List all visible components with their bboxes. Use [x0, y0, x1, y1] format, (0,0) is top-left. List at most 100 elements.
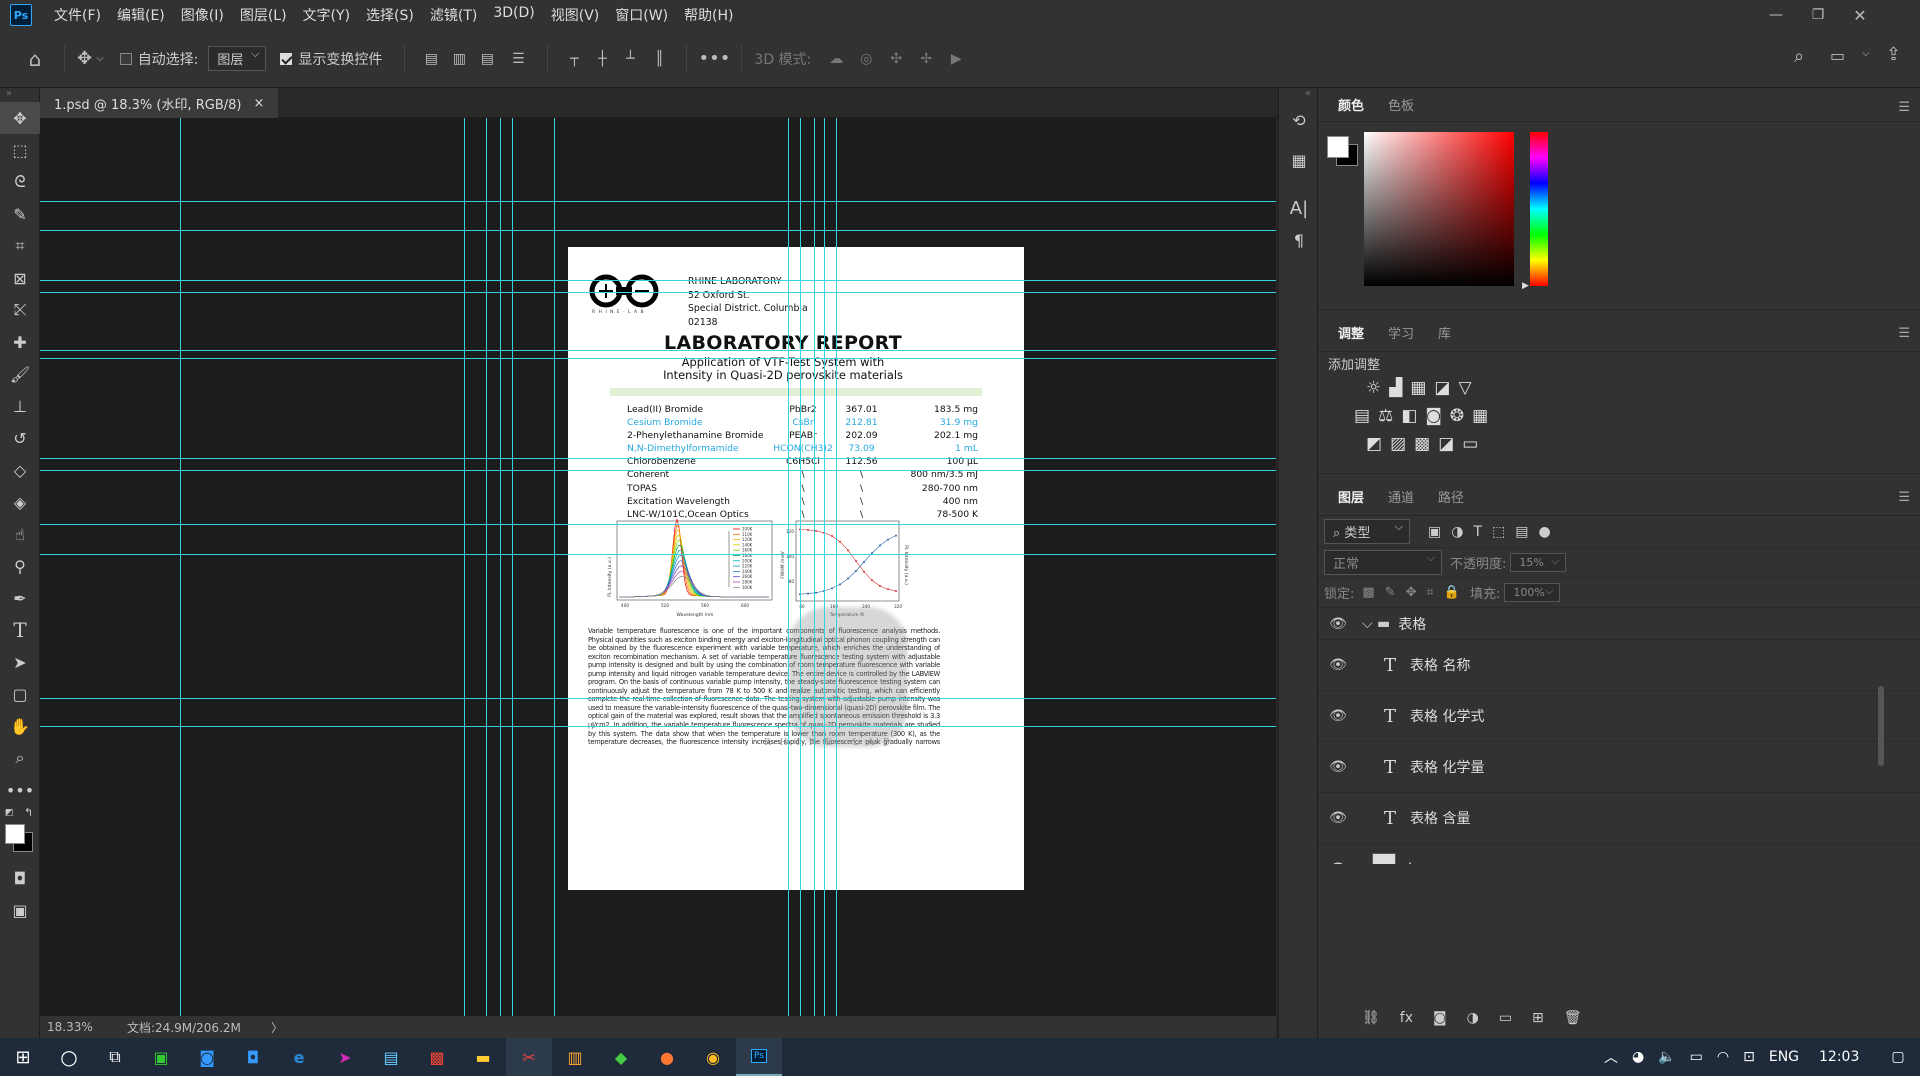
color-balance-icon[interactable]: ⚖	[1378, 406, 1393, 426]
auto-select-checkbox[interactable]: 自动选择:	[119, 49, 198, 69]
volume-icon[interactable]: 🔈	[1658, 1049, 1675, 1065]
input-mode-icon[interactable]: ⊡	[1743, 1049, 1755, 1065]
guide-horizontal[interactable]	[40, 554, 1276, 555]
chrome-icon[interactable]: ◉	[690, 1038, 736, 1076]
workspace-icon[interactable]: ▭	[1830, 46, 1845, 65]
show-transform-checkbox[interactable]: 显示变换控件	[280, 49, 382, 69]
app-orange-icon[interactable]: ▥	[552, 1038, 598, 1076]
distribute-icon[interactable]: ☰	[501, 51, 535, 67]
lock-all-icon[interactable]: 🔒	[1444, 585, 1460, 600]
guide-vertical[interactable]	[500, 118, 501, 1016]
task-view-icon[interactable]: ⧉	[92, 1038, 138, 1076]
menu-item[interactable]: 图层(L)	[232, 5, 295, 25]
channel-mixer-icon[interactable]: ❂	[1450, 406, 1464, 426]
app-blue-icon[interactable]: ◘	[230, 1038, 276, 1076]
layer-row[interactable]: 👁L	[1318, 844, 1920, 864]
lock-artboard-icon[interactable]: ⌗	[1427, 585, 1434, 600]
clock[interactable]: 12:03	[1819, 1049, 1859, 1065]
new-adjustment-icon[interactable]: ◑	[1467, 1010, 1479, 1026]
store-icon[interactable]: ◙	[184, 1038, 230, 1076]
align-vcenter-icon[interactable]: ┼	[588, 51, 616, 67]
path-selection-tool-icon[interactable]: ➤	[0, 646, 40, 678]
blend-mode-dropdown[interactable]: 正常	[1324, 550, 1442, 575]
language-indicator[interactable]: ENG	[1769, 1049, 1799, 1065]
guide-vertical[interactable]	[554, 118, 555, 1016]
tray-chevron-icon[interactable]: ︿	[1604, 1047, 1618, 1067]
minimize-icon[interactable]: —	[1756, 0, 1796, 30]
frame-tool-icon[interactable]: ⊠	[0, 262, 40, 294]
office-icon[interactable]: ▩	[414, 1038, 460, 1076]
3d-orbit-icon[interactable]: ☁	[821, 51, 851, 67]
healing-brush-tool-icon[interactable]: ✚	[0, 326, 40, 358]
hue-saturation-icon[interactable]: ▤	[1354, 406, 1370, 426]
gradient-map-icon[interactable]: ▭	[1462, 434, 1478, 454]
3d-pan-icon[interactable]: ✣	[881, 51, 911, 67]
eyedropper-tool-icon[interactable]: ⤪	[0, 294, 40, 326]
guide-vertical[interactable]	[180, 118, 181, 1016]
type-tool-icon[interactable]: T	[0, 614, 40, 646]
align-hcenter-icon[interactable]: ▥	[445, 51, 473, 67]
filter-type-icon[interactable]: T	[1473, 524, 1482, 540]
tab-adjustments[interactable]: 调整	[1326, 323, 1376, 342]
align-right-icon[interactable]: ▤	[473, 51, 501, 67]
hand-tool-icon[interactable]: ✋	[0, 710, 40, 742]
3d-roll-icon[interactable]: ◎	[851, 51, 881, 67]
guide-vertical[interactable]	[800, 118, 801, 1016]
brightness-icon[interactable]: ☼	[1366, 378, 1381, 398]
quick-select-tool-icon[interactable]: ✎	[0, 198, 40, 230]
guide-horizontal[interactable]	[40, 358, 1276, 359]
opacity-field[interactable]: 15%	[1510, 553, 1567, 572]
layer-filter-dropdown[interactable]: ⌕ 类型	[1324, 519, 1410, 544]
layer-row[interactable]: 👁 ⌵ ▬ 表格	[1318, 608, 1920, 640]
more-tools-icon[interactable]: •••	[0, 774, 40, 806]
swap-colors-icon[interactable]: ↰	[24, 806, 33, 819]
restore-icon[interactable]: ❐	[1798, 0, 1838, 30]
foreground-color-swatch[interactable]	[5, 824, 25, 844]
app-green2-icon[interactable]: ◆	[598, 1038, 644, 1076]
search-icon[interactable]: ⌕	[1794, 46, 1804, 67]
lock-position-icon[interactable]: ✥	[1406, 585, 1417, 600]
tab-learn[interactable]: 学习	[1376, 323, 1426, 342]
collapse-icon[interactable]: »	[0, 88, 39, 102]
guide-horizontal[interactable]	[40, 230, 1276, 231]
chevron-down-icon[interactable]: ⌵	[96, 53, 104, 64]
distribute-vertical-icon[interactable]: ║	[644, 51, 674, 67]
add-mask-icon[interactable]: ◙	[1433, 1010, 1447, 1026]
firefox-icon[interactable]: ●	[644, 1038, 690, 1076]
guide-horizontal[interactable]	[40, 458, 1276, 459]
selective-color-icon[interactable]: ◪	[1438, 434, 1454, 454]
guide-horizontal[interactable]	[40, 726, 1276, 727]
checkbox-checked-icon[interactable]	[280, 52, 293, 65]
more-options-icon[interactable]: •••	[699, 48, 731, 69]
filter-shape-icon[interactable]: ⬚	[1492, 524, 1505, 540]
crop-tool-icon[interactable]: ⌗	[0, 230, 40, 262]
menu-item[interactable]: 3D(D)	[485, 5, 542, 25]
posterize-icon[interactable]: ▨	[1390, 434, 1406, 454]
guide-vertical[interactable]	[512, 118, 513, 1016]
layer-row[interactable]: 👁 T 表格 名称	[1318, 640, 1920, 691]
smudge-tool-icon[interactable]: ☝	[0, 518, 40, 550]
brush-tool-icon[interactable]: 🖌	[0, 358, 40, 390]
black-white-icon[interactable]: ◧	[1401, 406, 1417, 426]
search-circle-icon[interactable]: ○	[46, 1038, 92, 1076]
guide-vertical[interactable]	[824, 118, 825, 1016]
exposure-icon[interactable]: ◪	[1434, 378, 1450, 398]
layer-row[interactable]: 👁 T 表格 化学量	[1318, 742, 1920, 793]
layer-row[interactable]: 👁 T 表格 含量	[1318, 793, 1920, 844]
zoom-level[interactable]: 18.33%	[47, 1020, 127, 1034]
saturation-picker[interactable]	[1364, 132, 1514, 286]
home-icon[interactable]: ⌂	[18, 47, 52, 71]
guide-horizontal[interactable]	[40, 698, 1276, 699]
history-brush-tool-icon[interactable]: ↺	[0, 422, 40, 454]
filter-smart-icon[interactable]: ▤	[1515, 524, 1528, 540]
hue-slider-handle[interactable]: ▶	[1522, 281, 1529, 291]
tab-libraries[interactable]: 库	[1426, 323, 1463, 342]
marquee-tool-icon[interactable]: ⬚	[0, 134, 40, 166]
screen-mode-icon[interactable]: ▣	[0, 894, 40, 926]
edge-icon[interactable]: e	[276, 1038, 322, 1076]
eraser-tool-icon[interactable]: ◇	[0, 454, 40, 486]
guide-horizontal[interactable]	[40, 280, 1276, 281]
menu-item[interactable]: 滤镜(T)	[422, 5, 485, 25]
link-layers-icon[interactable]: ⛓	[1362, 1010, 1380, 1026]
panel-menu-icon[interactable]: ☰	[1898, 490, 1910, 505]
